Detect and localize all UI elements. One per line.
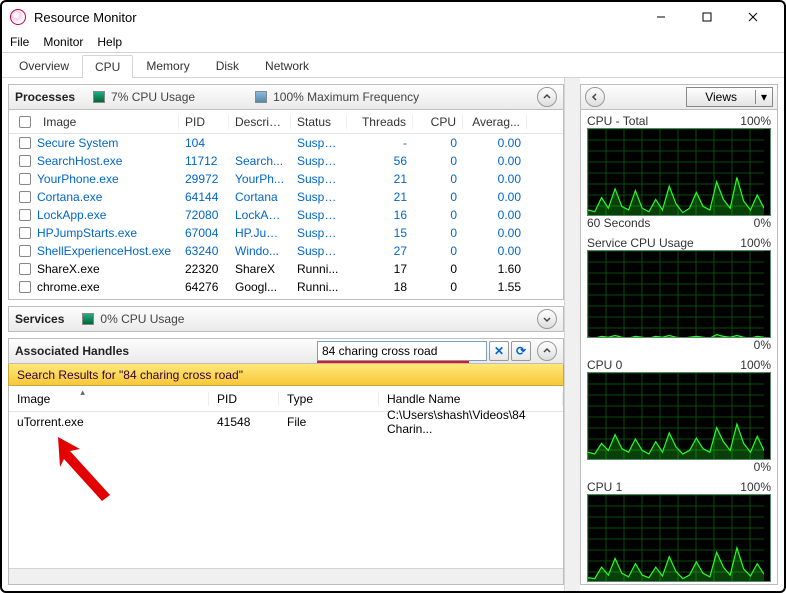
graph-title: CPU - Total [587,114,648,128]
left-v-scrollbar[interactable] [564,78,580,591]
cpu-graph [587,250,771,338]
svc-usage-icon [82,313,94,325]
processes-table: Image PID Descrip... Status Threads CPU … [8,110,564,300]
processes-title: Processes [15,90,75,104]
handle-image: uTorrent.exe [9,415,209,429]
graph-pct: 100% [740,480,771,494]
col-status[interactable]: Status [291,115,347,129]
col-cpu[interactable]: CPU [413,115,463,129]
handle-type: File [279,415,379,429]
menu-help[interactable]: Help [97,35,122,49]
views-label: Views [687,90,756,104]
handle-row[interactable]: uTorrent.exe 41548 File C:\Users\shash\V… [9,412,563,432]
handles-title: Associated Handles [15,344,129,358]
cpu-usage-icon [93,91,105,103]
menubar: File Monitor Help [2,32,784,52]
select-all-checkbox[interactable] [19,116,31,128]
process-row[interactable]: YourPhone.exe29972YourPh...Suspe...2100.… [9,170,563,188]
graph-foot-left: 60 Seconds [587,216,650,230]
process-row[interactable]: LockApp.exe72080LockAp...Suspe...1600.00 [9,206,563,224]
graph-foot-right: 0% [754,216,771,230]
tab-network[interactable]: Network [252,54,322,77]
processes-collapse-button[interactable] [537,87,557,107]
hcol-name[interactable]: Handle Name [379,392,563,406]
graph-title: CPU 0 [587,358,622,372]
col-image[interactable]: Image [43,115,76,129]
col-desc[interactable]: Descrip... [229,115,291,129]
process-row[interactable]: SearchHost.exe11712Search...Suspe...5600… [9,152,563,170]
cpu-graph [587,372,771,460]
services-expand-button[interactable] [537,309,557,329]
handles-collapse-button[interactable] [537,341,557,361]
process-row[interactable]: HPJumpStarts.exe67004HP.Jum...Suspe...15… [9,224,563,242]
maximize-button[interactable] [684,2,730,32]
graph-title: Service CPU Usage [587,236,694,250]
window-title: Resource Monitor [34,10,638,25]
processes-header[interactable]: Processes 7% CPU Usage 100% Maximum Freq… [8,84,564,110]
graphs-header: Views ▾ [580,84,778,110]
process-row[interactable]: ShellExperienceHost.exe63240Windo...Susp… [9,242,563,260]
row-checkbox[interactable] [19,281,31,293]
graph-foot-right: 0% [754,460,771,474]
handles-header[interactable]: Associated Handles ✕ ⟳ [8,338,564,364]
row-checkbox[interactable] [19,209,31,221]
process-row[interactable]: ShareX.exe22320ShareXRunni...1701.60 [9,260,563,278]
processes-columns: Image PID Descrip... Status Threads CPU … [9,110,563,134]
graph-foot-right: 0% [754,338,771,352]
col-threads[interactable]: Threads [347,115,413,129]
menu-file[interactable]: File [10,35,29,49]
services-title: Services [15,312,64,326]
row-checkbox[interactable] [19,263,31,275]
row-checkbox[interactable] [19,137,31,149]
cpu-graph [587,494,771,582]
titlebar: Resource Monitor [2,2,784,32]
graph-pct: 100% [740,114,771,128]
cpu-graph [587,128,771,216]
tab-cpu[interactable]: CPU [82,55,133,78]
row-checkbox[interactable] [19,191,31,203]
graph-pct: 100% [740,358,771,372]
cpu-usage-label: 7% CPU Usage [111,90,195,104]
process-row[interactable]: Cortana.exe64144CortanaSuspe...2100.00 [9,188,563,206]
sort-asc-icon: ▴ [80,387,85,397]
handle-pid: 41548 [209,415,279,429]
row-checkbox[interactable] [19,173,31,185]
minimize-button[interactable] [638,2,684,32]
row-checkbox[interactable] [19,155,31,167]
tab-disk[interactable]: Disk [203,54,252,77]
views-button[interactable]: Views ▾ [686,87,773,107]
graph-pct: 100% [740,236,771,250]
handles-search-input[interactable] [317,341,487,361]
hcol-pid[interactable]: PID [209,392,279,406]
process-row[interactable]: chrome.exe64276Googl...Runni...1801.55 [9,278,563,296]
col-pid[interactable]: PID [179,115,229,129]
app-icon [10,9,26,25]
tab-overview[interactable]: Overview [6,54,82,77]
refresh-search-button[interactable]: ⟳ [511,341,531,361]
clear-search-button[interactable]: ✕ [489,341,509,361]
h-scrollbar[interactable] [9,568,563,584]
chevron-down-icon: ▾ [756,90,772,104]
menu-monitor[interactable]: Monitor [43,35,83,49]
graph-title: CPU 1 [587,480,622,494]
process-row[interactable]: Secure System104Suspe...-00.00 [9,134,563,152]
close-button[interactable] [730,2,776,32]
services-header[interactable]: Services 0% CPU Usage [8,306,564,332]
search-results-band: Search Results for "84 charing cross roa… [8,364,564,386]
graphs-collapse-button[interactable] [585,87,605,107]
hcol-type[interactable]: Type [279,392,379,406]
svc-usage-label: 0% CPU Usage [100,312,184,326]
tabbar: Overview CPU Memory Disk Network [2,52,784,78]
freq-label: 100% Maximum Frequency [273,90,419,104]
hcol-image[interactable]: Image▴ [9,392,209,406]
col-avg[interactable]: Averag... [463,115,527,129]
row-checkbox[interactable] [19,227,31,239]
freq-icon [255,91,267,103]
tab-memory[interactable]: Memory [133,54,202,77]
handles-table: Image▴ PID Type Handle Name uTorrent.exe… [8,386,564,585]
row-checkbox[interactable] [19,245,31,257]
